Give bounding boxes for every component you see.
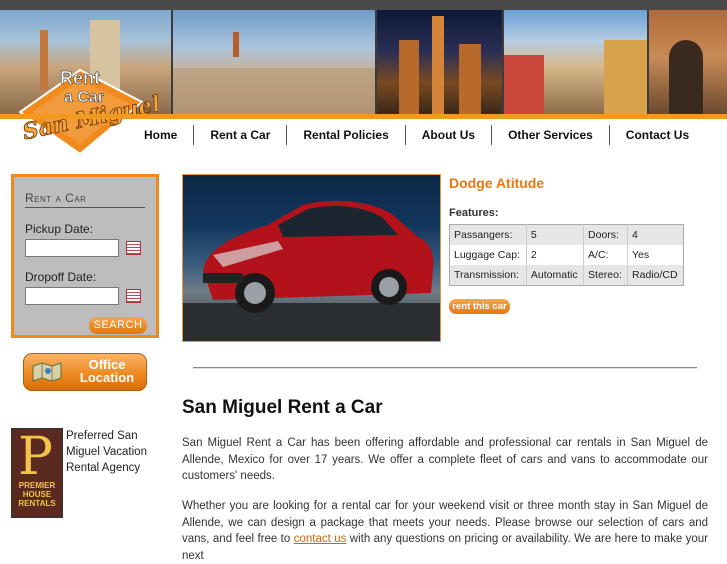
dropoff-date-label: Dropoff Date: <box>25 270 97 284</box>
spec-label: A/C: <box>583 245 629 265</box>
dropoff-calendar-icon[interactable] <box>126 289 141 303</box>
logo-rent-text: Rent <box>60 68 100 88</box>
spec-label: Luggage Cap: <box>449 245 527 265</box>
banner-photo-archway <box>649 10 727 114</box>
spec-label: Passangers: <box>449 224 527 245</box>
features-label: Features: <box>449 207 499 219</box>
premier-description: Preferred San Miguel Vacation Rental Age… <box>66 430 147 474</box>
premier-logo-line2: HOUSE <box>22 490 52 499</box>
header-accent-line <box>0 114 727 119</box>
dropoff-date-input[interactable] <box>25 287 119 305</box>
spec-value: Yes <box>632 249 650 261</box>
content-divider <box>193 367 697 369</box>
banner-photo-cityscape <box>173 10 375 114</box>
spec-value: 5 <box>526 224 585 245</box>
spec-label: Transmission: <box>449 265 527 286</box>
office-location-label: Office Location <box>70 358 144 384</box>
spec-label: Doors: <box>583 224 629 245</box>
spec-value: Radio/CD <box>632 269 678 281</box>
table-row: Luggage Cap: 2 A/C: Yes <box>449 245 684 265</box>
premier-logo-letter: P <box>18 427 53 487</box>
page-title: San Miguel Rent a Car <box>182 397 383 418</box>
premier-logo-line3: RENTALS <box>18 499 56 508</box>
intro-paragraph: San Miguel Rent a Car has been offering … <box>182 437 708 482</box>
banner-photo-colonial-street <box>504 10 647 114</box>
rent-form-title: Rent a Car <box>25 191 145 208</box>
car-illustration <box>183 200 440 341</box>
car-specs-table: Passangers: 5 Doors: 4 Luggage Cap: 2 A/… <box>449 224 684 286</box>
office-line2: Location <box>79 370 135 385</box>
rent-a-car-form: Rent a Car Pickup Date: Dropoff Date: SE… <box>11 174 159 338</box>
nav-rent-a-car[interactable]: Rent a Car <box>193 125 286 145</box>
rent-form-panel: Rent a Car Pickup Date: Dropoff Date: SE… <box>14 177 156 335</box>
table-row: Transmission: Automatic Stereo: Radio/CD <box>449 265 684 286</box>
rent-this-car-button[interactable]: rent this car <box>449 299 510 314</box>
car-model-title: Dodge Atitude <box>449 175 545 191</box>
pickup-date-input[interactable] <box>25 239 119 257</box>
main-nav: Home Rent a Car Rental Policies About Us… <box>128 125 705 145</box>
top-bar <box>0 0 727 10</box>
details-paragraph: Whether you are looking for a rental car… <box>182 498 708 564</box>
spec-value: 2 <box>526 245 585 265</box>
contact-us-link[interactable]: contact us <box>294 533 347 545</box>
pickup-calendar-icon[interactable] <box>126 241 141 255</box>
nav-about-us[interactable]: About Us <box>404 125 491 145</box>
pickup-date-label: Pickup Date: <box>25 222 94 236</box>
table-row: Passangers: 5 Doors: 4 <box>449 224 684 245</box>
premier-logo-line1: PREMIER <box>18 481 56 490</box>
car-photo[interactable] <box>182 174 441 342</box>
spec-label: Stereo: <box>583 265 629 286</box>
premier-logo-text: PREMIER HOUSE RENTALS <box>12 481 62 508</box>
nav-rental-policies[interactable]: Rental Policies <box>286 125 404 145</box>
nav-other-services[interactable]: Other Services <box>491 125 609 145</box>
spec-value: Automatic <box>526 265 585 286</box>
premier-house-rentals-logo[interactable]: P PREMIER HOUSE RENTALS <box>11 428 63 518</box>
nav-home[interactable]: Home <box>128 125 193 145</box>
banner-photo-parroquia <box>377 10 502 114</box>
office-location-button[interactable]: Office Location <box>23 353 147 391</box>
search-button[interactable]: SEARCH <box>89 317 147 334</box>
spec-value: 4 <box>632 229 638 241</box>
nav-contact-us[interactable]: Contact Us <box>608 125 705 145</box>
map-icon <box>32 362 62 382</box>
